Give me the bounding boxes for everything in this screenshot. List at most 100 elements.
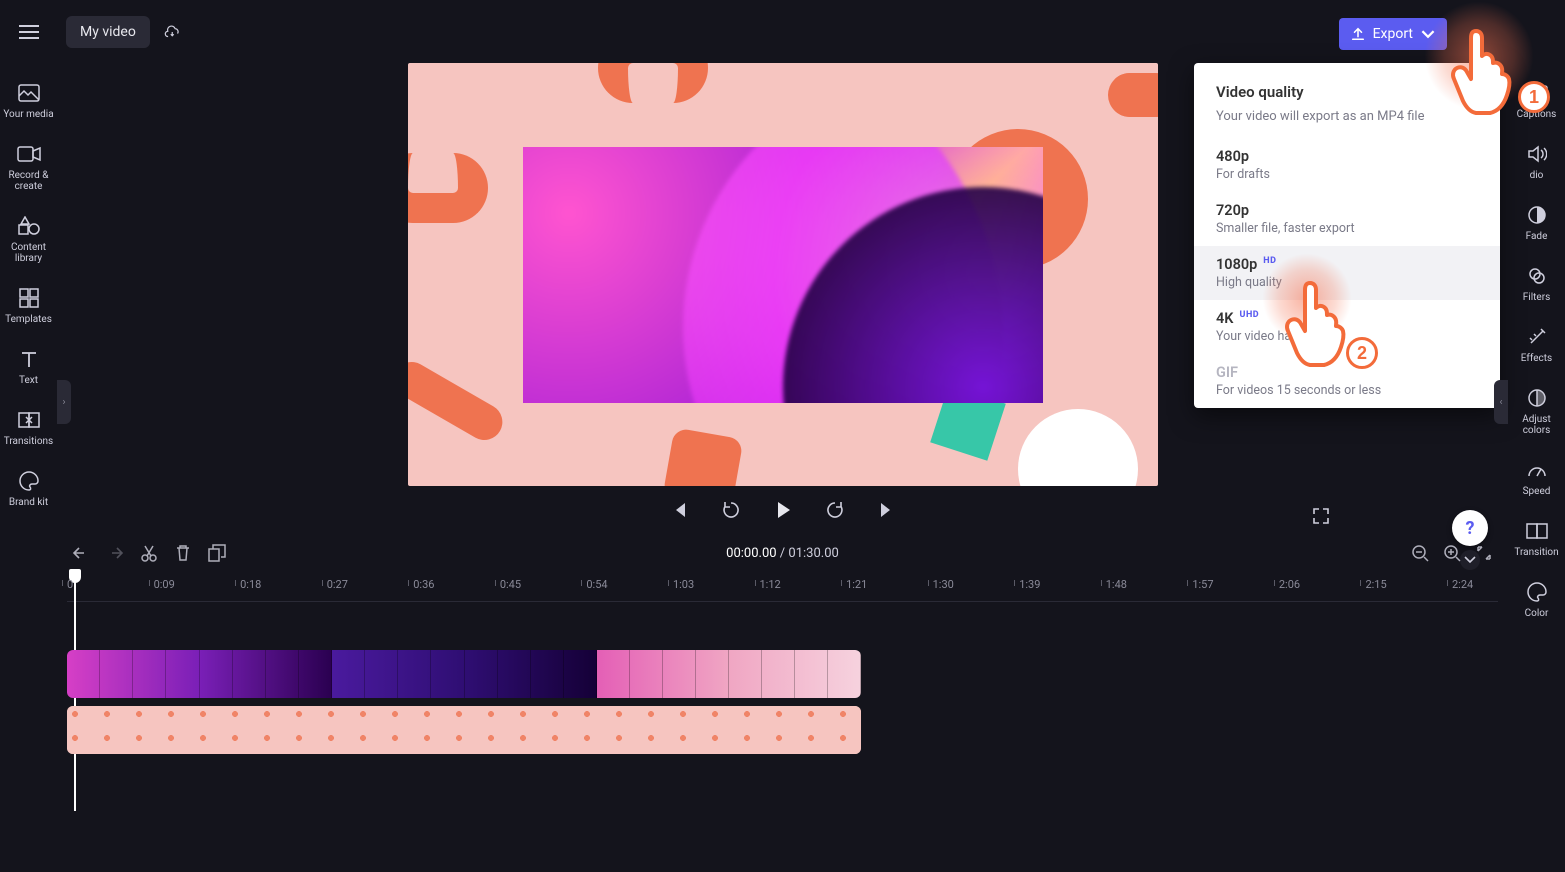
sidebar-item-adjust-colors[interactable]: Adjust colors [1508,386,1565,436]
sidebar-item-label: Templates [5,314,52,325]
sidebar-item-label: Captions [1517,109,1557,120]
sidebar-item-color[interactable]: Color [1508,580,1565,619]
video-track[interactable] [67,650,861,698]
clip-thumbnail [465,650,498,698]
delete-icon[interactable] [173,543,193,563]
quality-sub: Your video has no 4 [1216,329,1478,344]
clip-thumbnail [133,650,166,698]
cloud-sync-icon[interactable] [162,21,184,43]
sidebar-item-label: Speed [1523,486,1551,497]
sidebar-item-brand-kit[interactable]: Brand kit [0,469,57,508]
media-icon [17,81,41,105]
sidebar-item-record-create[interactable]: Record & create [0,142,57,192]
video-clip-1[interactable] [67,650,332,698]
clip-thumbnail [564,650,597,698]
left-panel-toggle[interactable]: › [57,380,71,424]
video-preview[interactable] [408,63,1158,486]
timeline-panel: 00:00.00 / 01:30.00 00:090:180:270:360:4… [57,534,1508,872]
timeline-tracks [67,650,1498,810]
sidebar-item-audio[interactable]: dio [1508,142,1565,181]
ruler-tick: 0:45 [500,578,521,591]
quality-sub: High quality [1216,275,1478,290]
video-clip-3[interactable] [597,650,861,698]
zoom-out-icon[interactable] [1410,543,1430,563]
quality-option-720p[interactable]: 720p Smaller file, faster export [1194,192,1500,246]
clip-thumbnail [200,650,233,698]
clip-thumbnail [431,650,464,698]
sidebar-item-transition[interactable]: Transition [1508,519,1565,558]
sidebar-item-label: Filters [1523,292,1551,303]
play-icon[interactable] [771,498,795,522]
clip-thumbnail [663,650,696,698]
sidebar-item-content-library[interactable]: Content library [0,214,57,264]
clip-thumbnail [531,650,564,698]
shapes-icon [17,214,41,238]
rewind-icon[interactable] [719,498,743,522]
skip-start-icon[interactable] [667,498,691,522]
clip-thumbnail [398,650,431,698]
speed-icon [1525,458,1549,482]
sidebar-item-templates[interactable]: Templates [0,286,57,325]
right-sidebar: Captions dio Fade Filters Effects Adjust… [1508,63,1565,872]
forward-icon[interactable] [823,498,847,522]
ruler-tick: 1:03 [673,578,694,591]
ruler-tick: 2:24 [1452,578,1473,591]
total-time: 01:30.00 [788,546,838,561]
sidebar-item-effects[interactable]: Effects [1508,325,1565,364]
quality-title: 1080p [1216,256,1257,273]
fit-icon[interactable] [1474,543,1494,563]
clip-thumbnail [498,650,531,698]
ruler-tick: 0:27 [327,578,348,591]
zoom-in-icon[interactable] [1442,543,1462,563]
export-button[interactable]: Export [1339,18,1447,50]
ruler-tick: 1:12 [760,578,781,591]
duplicate-icon[interactable] [207,543,227,563]
export-menu-title: Video quality [1194,83,1500,109]
ruler-tick: 0:18 [240,578,261,591]
split-icon[interactable] [139,543,159,563]
undo-icon[interactable] [71,543,91,563]
sidebar-item-text[interactable]: Text [0,347,57,386]
export-menu-subtitle: Your video will export as an MP4 file [1194,109,1500,138]
quality-title: 480p [1216,148,1249,165]
timeline-toolbar: 00:00.00 / 01:30.00 [57,534,1508,572]
clip-thumbnail [100,650,133,698]
sidebar-item-fade[interactable]: Fade [1508,203,1565,242]
playback-controls [667,498,899,522]
right-panel-toggle[interactable]: ‹ [1494,380,1508,424]
redo-icon[interactable] [105,543,125,563]
sidebar-item-your-media[interactable]: Your media [0,81,57,120]
skip-end-icon[interactable] [875,498,899,522]
sidebar-item-transitions[interactable]: Transitions [0,408,57,447]
clip-thumbnail [233,650,266,698]
camera-icon [17,142,41,166]
quality-option-1080p[interactable]: 1080p HD High quality [1194,246,1500,300]
sidebar-item-captions[interactable]: Captions [1508,81,1565,120]
ruler-tick: 1:48 [1106,578,1127,591]
quality-sub: Smaller file, faster export [1216,221,1478,236]
top-bar: My video Export [0,0,1565,63]
sidebar-item-label: Adjust colors [1508,414,1565,436]
sidebar-item-speed[interactable]: Speed [1508,458,1565,497]
fullscreen-icon[interactable] [1309,504,1333,528]
quality-option-4k[interactable]: 4KUHD Your video has no 4 [1194,300,1500,354]
ruler-tick: 2:15 [1365,578,1386,591]
project-title[interactable]: My video [66,16,150,48]
ruler-tick: 0:36 [413,578,434,591]
video-clip-2[interactable] [332,650,597,698]
hamburger-menu-icon[interactable] [10,13,48,51]
audio-icon [1525,142,1549,166]
ruler-tick: 0:54 [586,578,607,591]
sidebar-item-label: Transition [1514,547,1558,558]
filters-icon [1525,264,1549,288]
video-frame [523,147,1043,403]
hd-badge: HD [1263,256,1276,266]
timeline-ruler[interactable]: 00:090:180:270:360:450:541:031:121:211:3… [67,572,1498,602]
quality-title: GIF [1216,364,1238,381]
sidebar-item-filters[interactable]: Filters [1508,264,1565,303]
quality-option-480p[interactable]: 480p For drafts [1194,138,1500,192]
clip-thumbnail [365,650,398,698]
background-track[interactable] [67,706,861,754]
sidebar-item-label: dio [1530,170,1544,181]
sidebar-item-label: Brand kit [9,497,48,508]
